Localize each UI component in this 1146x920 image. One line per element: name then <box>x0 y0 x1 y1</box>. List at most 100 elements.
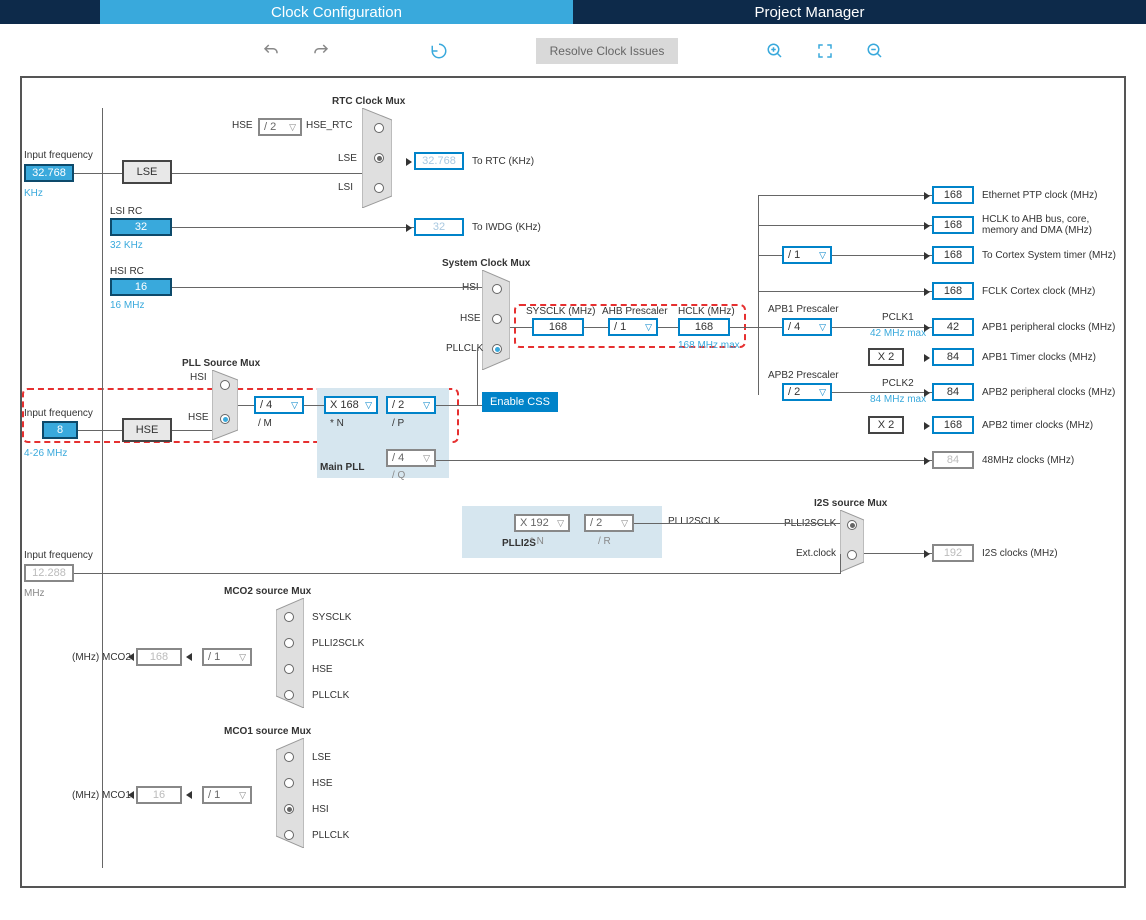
rtc-hse-div[interactable]: / 2▽ <box>258 118 302 136</box>
hclk-bus-value: 168 <box>932 216 974 234</box>
mco2-hse: HSE <box>312 664 333 675</box>
line-systick2 <box>832 255 932 256</box>
rtc-mux-radio-hse[interactable] <box>374 123 384 133</box>
hclk-bus-lbl: HCLK to AHB bus, core, memory and DMA (M… <box>982 214 1112 236</box>
hclk-max-lbl: 168 MHz max <box>678 340 740 351</box>
pclk2-lbl: PCLK2 <box>882 378 914 389</box>
zoom-in-icon[interactable] <box>764 40 786 62</box>
mco2-radio-pllclk[interactable] <box>284 690 294 700</box>
apb2-tim-lbl: APB2 timer clocks (MHz) <box>982 420 1093 431</box>
tab-clock-configuration[interactable]: Clock Configuration <box>100 0 573 24</box>
pll-q-select[interactable]: / 4▽ <box>386 449 436 467</box>
mco2-title: MCO2 source Mux <box>224 586 311 597</box>
hse-source-box: HSE <box>122 418 172 442</box>
plli2s-r-select[interactable]: / 2▽ <box>584 514 634 532</box>
pll-mux-radio-hse[interactable] <box>220 414 230 424</box>
pll-m-lbl: / M <box>258 418 272 429</box>
iwdg-out-value: 32 <box>414 218 464 236</box>
hclk-value[interactable]: 168 <box>678 318 730 336</box>
mco1-radio-lse[interactable] <box>284 752 294 762</box>
ahb-select[interactable]: / 1▽ <box>608 318 658 336</box>
resolve-clock-issues-button[interactable]: Resolve Clock Issues <box>536 38 679 64</box>
mco2-div-select[interactable]: / 1▽ <box>202 648 252 666</box>
pll-n-lbl: * N <box>330 418 344 429</box>
line-apb1periph <box>832 327 932 328</box>
apb2-tim-value: 168 <box>932 416 974 434</box>
line-i2s-out <box>864 553 932 554</box>
mco1-radio-pllclk[interactable] <box>284 830 294 840</box>
line-i2s-ext <box>74 573 840 574</box>
i2s-mux-radio-ext[interactable] <box>847 550 857 560</box>
line-hclk-apb1 <box>730 327 782 328</box>
apb1-presc-lbl: APB1 Prescaler <box>768 304 839 315</box>
i2s-mux-title: I2S source Mux <box>814 498 887 509</box>
redo-icon[interactable] <box>310 40 332 62</box>
enable-css-button[interactable]: Enable CSS <box>482 392 558 412</box>
line-clk48 <box>436 460 932 461</box>
sys-mux-title: System Clock Mux <box>442 258 530 269</box>
sys-mux-radio-pllclk[interactable] <box>492 344 502 354</box>
pll-m-select[interactable]: / 4▽ <box>254 396 304 414</box>
i2s-freq-input[interactable]: 12.288 <box>24 564 74 582</box>
apb1-div-select[interactable]: / 4▽ <box>782 318 832 336</box>
mco1-title: MCO1 source Mux <box>224 726 311 737</box>
rtc-mux-radio-lse[interactable] <box>374 153 384 163</box>
line-hse-pllmux <box>172 430 212 431</box>
pll-p-select[interactable]: / 2▽ <box>386 396 436 414</box>
hsi-value: 16 <box>110 278 172 296</box>
apb1-periph-lbl: APB1 peripheral clocks (MHz) <box>982 322 1115 333</box>
mco1-hse: HSE <box>312 778 333 789</box>
pll-p-lbl: / P <box>392 418 404 429</box>
mco1-div-select[interactable]: / 1▽ <box>202 786 252 804</box>
line-sysclk-out <box>510 327 532 328</box>
line-p-pllclk <box>436 405 482 406</box>
pll-mux-radio-hsi[interactable] <box>220 380 230 390</box>
systick-div-select[interactable]: / 1▽ <box>782 246 832 264</box>
mco2-radio-hse[interactable] <box>284 664 294 674</box>
apb2-presc-lbl: APB2 Prescaler <box>768 370 839 381</box>
hse-freq-input[interactable]: 8 <box>42 421 78 439</box>
fclk-lbl: FCLK Cortex clock (MHz) <box>982 286 1095 297</box>
rtc-hse-lbl: HSE <box>232 120 253 131</box>
line-eth <box>758 195 932 196</box>
apb2-div-select[interactable]: / 2▽ <box>782 383 832 401</box>
mco1-hsi: HSI <box>312 804 329 815</box>
mco2-radio-sysclk[interactable] <box>284 612 294 622</box>
undo-icon[interactable] <box>260 40 282 62</box>
rtc-mux-radio-lsi[interactable] <box>374 183 384 193</box>
clock-diagram-canvas[interactable]: Input frequency 32.768 KHz LSE LSI RC 32… <box>20 76 1126 888</box>
rtc-lse-lbl: LSE <box>338 153 357 164</box>
tab-project-manager[interactable]: Project Manager <box>573 0 1046 24</box>
sys-mux-radio-hse[interactable] <box>492 314 502 324</box>
line-m-n <box>304 405 324 406</box>
line-pllclk-v <box>477 348 478 405</box>
pll-n-select[interactable]: X 168▽ <box>324 396 378 414</box>
tab-edge-right <box>1046 0 1146 24</box>
sys-mux-radio-hsi[interactable] <box>492 284 502 294</box>
hsi-label: HSI RC <box>110 266 144 277</box>
line-pllmux-m <box>238 405 254 406</box>
mco2-out-value: 168 <box>136 648 182 666</box>
sys-mux-hse-lbl: HSE <box>460 313 481 324</box>
mco1-radio-hsi[interactable] <box>284 804 294 814</box>
apb2-periph-lbl: APB2 peripheral clocks (MHz) <box>982 387 1115 398</box>
mco2-radio-plli2s[interactable] <box>284 638 294 648</box>
line-fclk <box>758 291 932 292</box>
lse-freq-input[interactable]: 32.768 <box>24 164 74 182</box>
systick-lbl: To Cortex System timer (MHz) <box>982 250 1116 261</box>
line-lse-in <box>74 173 122 174</box>
plli2s-r-lbl: / R <box>598 536 611 547</box>
fit-screen-icon[interactable] <box>814 40 836 62</box>
hclk-lbl: HCLK (MHz) <box>678 306 735 317</box>
lse-freq-label: Input frequency <box>24 150 93 161</box>
pll-mux-hse-lbl: HSE <box>188 412 209 423</box>
mco1-radio-hse[interactable] <box>284 778 294 788</box>
refresh-icon[interactable] <box>428 40 450 62</box>
plli2s-n-select[interactable]: X 192▽ <box>514 514 570 532</box>
mco2-sysclk: SYSCLK <box>312 612 351 623</box>
zoom-out-icon[interactable] <box>864 40 886 62</box>
line-hclkbus <box>758 225 932 226</box>
i2s-mux-radio-plli2s[interactable] <box>847 520 857 530</box>
lsi-unit: 32 KHz <box>110 240 143 251</box>
line-i2s-ext-v <box>840 554 841 574</box>
